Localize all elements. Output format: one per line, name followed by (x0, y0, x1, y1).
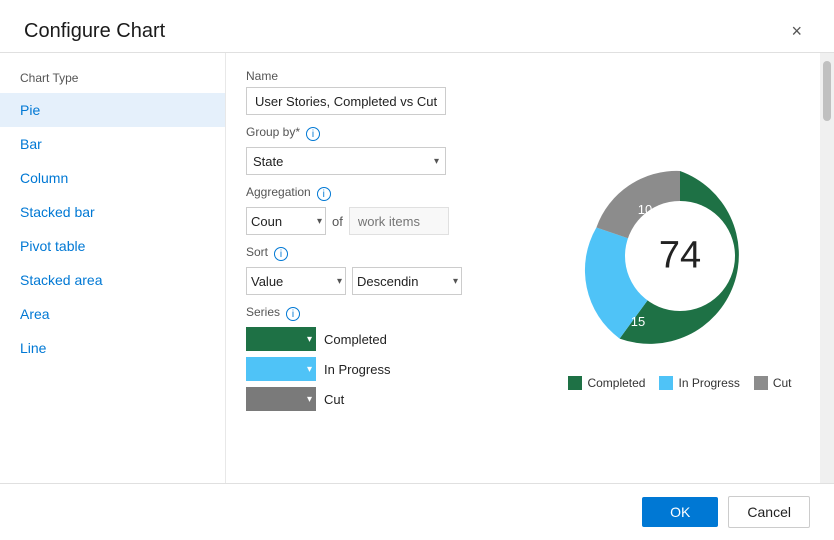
sidebar-item-pie[interactable]: Pie (0, 93, 225, 127)
chart-type-label: Chart Type (0, 65, 225, 93)
sidebar-item-area[interactable]: Area (0, 297, 225, 331)
segment-label-completed: 49 (721, 252, 735, 267)
sort-chevron-icon: ▾ (337, 276, 345, 287)
sidebar: Chart Type Pie Bar Column Stacked bar Pi… (0, 53, 226, 483)
dialog-header: Configure Chart × (0, 0, 834, 52)
series-color-in-progress[interactable]: ▾ (246, 357, 316, 381)
configure-chart-dialog: Configure Chart × Chart Type Pie Bar Col… (0, 0, 834, 540)
aggregation-row: Coun ▾ of (246, 207, 520, 235)
name-label: Name (246, 69, 520, 83)
sidebar-item-stacked-bar[interactable]: Stacked bar (0, 195, 225, 229)
series-name-in-progress: In Progress (324, 362, 390, 377)
legend-item-completed: Completed (568, 376, 645, 390)
chart-legend: Completed In Progress Cut (568, 376, 791, 390)
aggregation-info-icon[interactable]: i (317, 187, 331, 201)
agg-chevron-icon: ▾ (317, 216, 325, 227)
group-by-label: Group by* (246, 125, 300, 139)
sort-row: Value ▾ Descendin ▾ (246, 267, 520, 295)
dialog-body: Chart Type Pie Bar Column Stacked bar Pi… (0, 52, 834, 483)
of-text: of (332, 214, 343, 229)
close-button[interactable]: × (783, 18, 810, 44)
series-row-in-progress: ▾ In Progress (246, 357, 520, 381)
sidebar-item-pivot-table[interactable]: Pivot table (0, 229, 225, 263)
series-name-cut: Cut (324, 392, 344, 407)
sidebar-item-line[interactable]: Line (0, 331, 225, 365)
aggregation-select-wrap[interactable]: Coun ▾ (246, 207, 326, 235)
work-items-input[interactable] (349, 207, 449, 235)
sort-info-icon[interactable]: i (274, 247, 288, 261)
sidebar-item-bar[interactable]: Bar (0, 127, 225, 161)
chart-preview: 49 15 10 74 Completed In Progress (540, 53, 820, 483)
series-chevron-cut: ▾ (307, 394, 312, 405)
sort-direction-select[interactable]: Descendin (353, 274, 453, 289)
sort-label: Sort (246, 245, 268, 259)
series-chevron-in-progress: ▾ (307, 364, 312, 375)
sidebar-item-stacked-area[interactable]: Stacked area (0, 263, 225, 297)
series-color-completed[interactable]: ▾ (246, 327, 316, 351)
dialog-title: Configure Chart (24, 20, 165, 43)
legend-label-completed: Completed (587, 376, 645, 390)
legend-label-in-progress: In Progress (678, 376, 739, 390)
series-name-completed: Completed (324, 332, 387, 347)
group-by-chevron-icon: ▾ (428, 156, 445, 167)
content-row: Name Group by* i State ▾ (226, 53, 834, 483)
aggregation-field-group: Aggregation i Coun ▾ of (246, 185, 520, 235)
donut-center-value: 74 (659, 235, 701, 278)
aggregation-label: Aggregation (246, 185, 311, 199)
cancel-button[interactable]: Cancel (728, 496, 810, 528)
scrollbar-thumb[interactable] (823, 61, 831, 121)
legend-color-in-progress (659, 376, 673, 390)
aggregation-select[interactable]: Coun (247, 214, 317, 229)
dialog-footer: OK Cancel (0, 483, 834, 540)
main-form: Name Group by* i State ▾ (226, 53, 540, 483)
series-info-icon[interactable]: i (286, 307, 300, 321)
segment-label-cut: 10 (638, 202, 652, 217)
name-input[interactable] (246, 87, 446, 115)
sort-value-select-wrap[interactable]: Value ▾ (246, 267, 346, 295)
ok-button[interactable]: OK (642, 497, 718, 527)
series-row-cut: ▾ Cut (246, 387, 520, 411)
series-chevron-completed: ▾ (307, 334, 312, 345)
sort-value-select[interactable]: Value (247, 274, 337, 289)
sort-field-group: Sort i Value ▾ Descendin (246, 245, 520, 295)
series-color-cut[interactable]: ▾ (246, 387, 316, 411)
series-row-completed: ▾ Completed (246, 327, 520, 351)
legend-item-in-progress: In Progress (659, 376, 739, 390)
sort-dir-chevron-icon: ▾ (453, 276, 461, 287)
legend-item-cut: Cut (754, 376, 792, 390)
legend-label-cut: Cut (773, 376, 792, 390)
legend-color-cut (754, 376, 768, 390)
series-field-group: Series i ▾ Completed ▾ (246, 305, 520, 417)
legend-color-completed (568, 376, 582, 390)
segment-label-in-progress: 15 (631, 314, 645, 329)
group-by-field-group: Group by* i State ▾ (246, 125, 520, 175)
series-label: Series (246, 305, 280, 319)
scrollbar[interactable] (820, 53, 834, 483)
name-field-group: Name (246, 69, 520, 115)
sort-direction-select-wrap[interactable]: Descendin ▾ (352, 267, 462, 295)
sidebar-item-column[interactable]: Column (0, 161, 225, 195)
group-by-select-wrap[interactable]: State ▾ (246, 147, 446, 175)
donut-chart: 49 15 10 74 (570, 146, 790, 366)
group-by-info-icon[interactable]: i (306, 127, 320, 141)
group-by-select[interactable]: State (247, 154, 428, 169)
